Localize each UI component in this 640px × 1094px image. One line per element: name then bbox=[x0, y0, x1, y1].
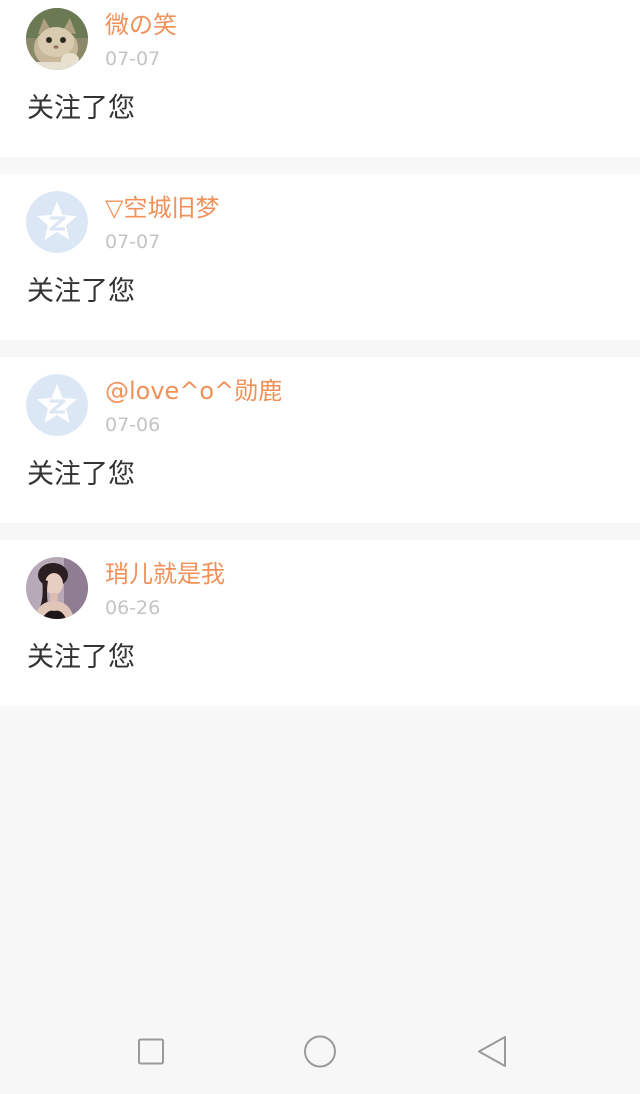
notification-message: 关注了您 bbox=[27, 459, 135, 490]
notification-card[interactable]: @love^o^勋鹿 07-06 关注了您 bbox=[0, 357, 640, 523]
recent-apps-button[interactable] bbox=[133, 1034, 169, 1070]
back-button[interactable] bbox=[474, 1034, 510, 1070]
notification-date: 07-06 bbox=[105, 414, 161, 436]
kitten-photo-avatar[interactable] bbox=[26, 8, 88, 70]
qzone-star-avatar[interactable] bbox=[26, 374, 88, 436]
notification-date: 07-07 bbox=[105, 231, 161, 253]
notification-message: 关注了您 bbox=[27, 93, 135, 124]
notification-card[interactable]: 琑儿就是我 06-26 关注了您 bbox=[0, 540, 640, 706]
circle-icon bbox=[304, 1035, 336, 1068]
user-name[interactable]: ▽空城旧梦 bbox=[105, 192, 219, 224]
user-name[interactable]: 琑儿就是我 bbox=[105, 558, 225, 590]
user-name[interactable]: 微の笑 bbox=[105, 9, 177, 41]
home-button[interactable] bbox=[302, 1034, 338, 1070]
square-icon bbox=[138, 1038, 164, 1065]
notification-card[interactable]: 微の笑 07-07 关注了您 bbox=[0, 0, 640, 157]
triangle-back-icon bbox=[478, 1036, 506, 1067]
system-navigation-bar bbox=[0, 1008, 640, 1094]
notification-card[interactable]: ▽空城旧梦 07-07 关注了您 bbox=[0, 174, 640, 340]
woman-photo-avatar[interactable] bbox=[26, 557, 88, 619]
notification-message: 关注了您 bbox=[27, 642, 135, 673]
qzone-star-avatar[interactable] bbox=[26, 191, 88, 253]
notification-date: 07-07 bbox=[105, 48, 161, 70]
notification-message: 关注了您 bbox=[27, 276, 135, 307]
notification-date: 06-26 bbox=[105, 597, 161, 619]
user-name[interactable]: @love^o^勋鹿 bbox=[105, 375, 282, 407]
